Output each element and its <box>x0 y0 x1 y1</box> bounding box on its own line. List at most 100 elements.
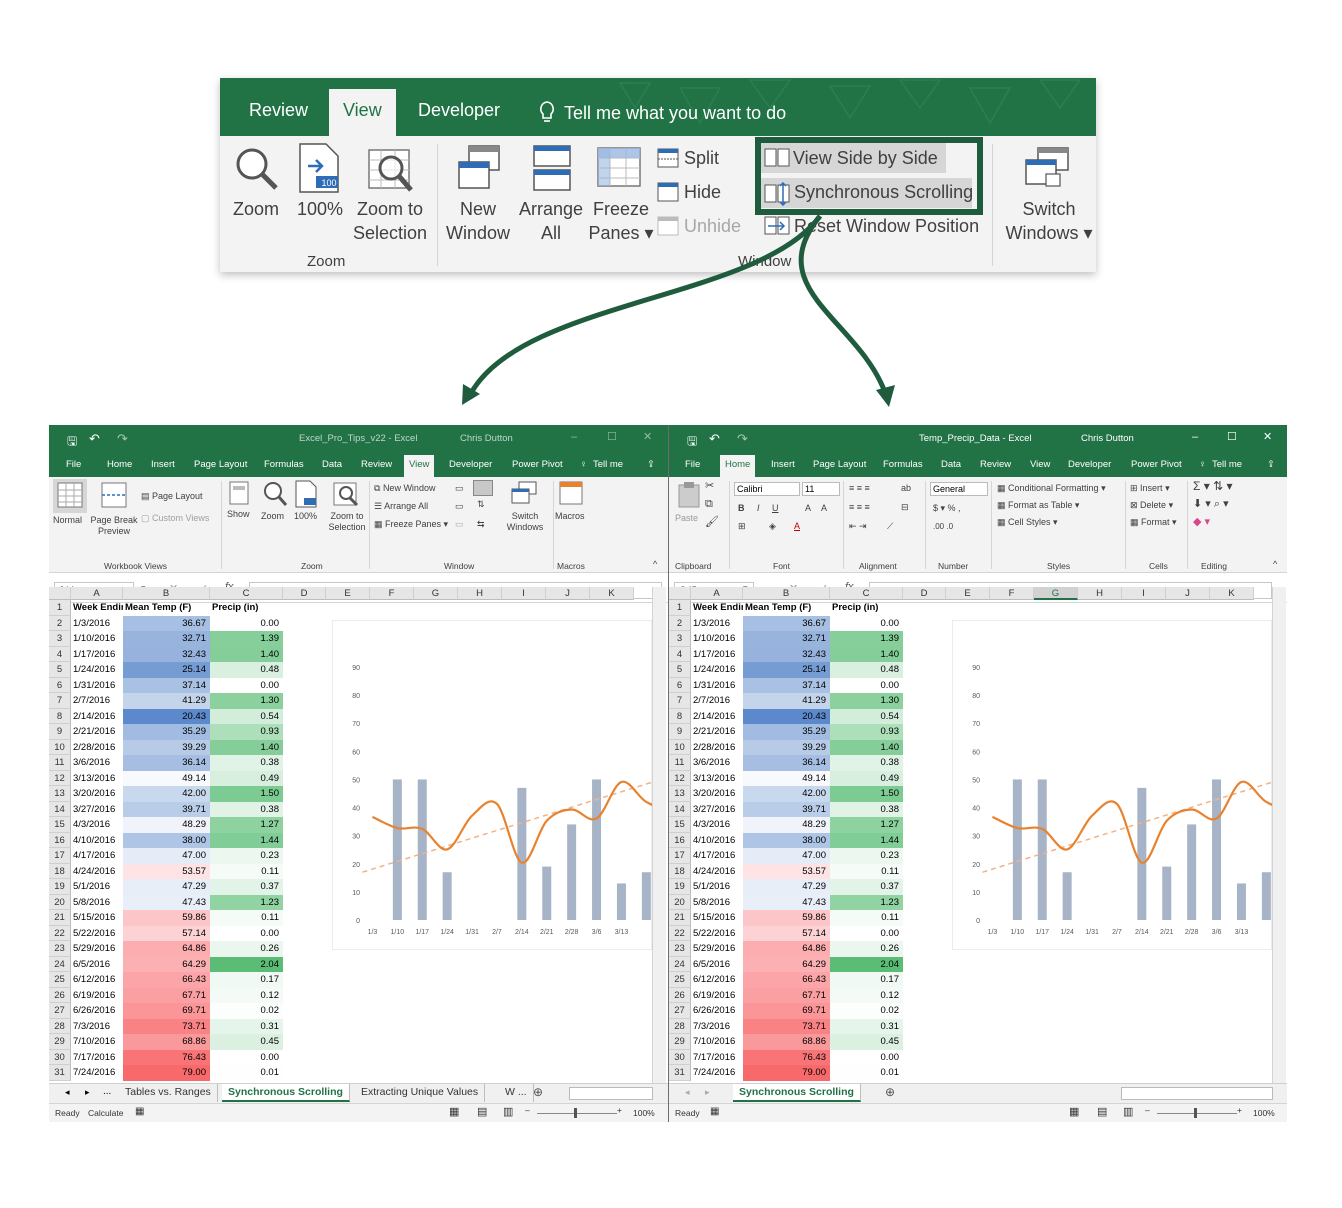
table-cell[interactable]: 36.14 <box>743 755 830 771</box>
row-header[interactable]: 19 <box>669 879 691 895</box>
right-format-as-table-button[interactable]: ▦ Format as Table ▾ <box>997 500 1079 511</box>
table-cell[interactable]: 0.93 <box>210 724 283 740</box>
table-cell[interactable]: 1.50 <box>210 786 283 802</box>
table-cell[interactable]: 47.00 <box>743 848 830 864</box>
table-cell[interactable]: 57.14 <box>123 925 210 941</box>
undo-icon[interactable]: ↶ <box>89 431 100 447</box>
table-cell[interactable]: 0.38 <box>830 801 903 817</box>
column-header-h[interactable]: H <box>458 587 502 600</box>
left-tell-me[interactable]: Tell me <box>593 459 623 470</box>
right-tab-page-layout[interactable]: Page Layout <box>813 459 866 470</box>
row-header[interactable]: 13 <box>669 786 691 802</box>
zoom-slider-thumb[interactable] <box>1194 1108 1197 1118</box>
save-icon[interactable]: 🖫 <box>67 432 77 453</box>
side-by-side-icon[interactable] <box>473 480 493 496</box>
indent-icon[interactable]: ⇤ ⇥ <box>849 521 867 532</box>
table-cell[interactable]: 6/19/2016 <box>71 987 123 1003</box>
table-cell[interactable]: 4/24/2016 <box>691 863 743 879</box>
next-sheet-icon[interactable]: ▸ <box>85 1087 90 1098</box>
table-cell[interactable]: 4/24/2016 <box>71 863 123 879</box>
table-cell[interactable]: 41.29 <box>743 693 830 709</box>
row-header[interactable]: 3 <box>669 631 691 647</box>
row-header[interactable]: 4 <box>669 646 691 662</box>
left-sheet-extracting-unique-values[interactable]: Extracting Unique Values <box>355 1084 486 1102</box>
unhide-icon[interactable]: ▭ <box>455 519 464 530</box>
table-cell[interactable]: 0.01 <box>830 1065 903 1081</box>
left-arrange-all-button[interactable]: ☰ Arrange All <box>374 501 428 512</box>
table-cell[interactable]: 20.43 <box>123 708 210 724</box>
table-cell[interactable]: 1.39 <box>830 631 903 647</box>
row-header[interactable]: 6 <box>49 677 71 693</box>
table-cell[interactable]: 0.00 <box>210 1049 283 1065</box>
zoom-out-icon[interactable]: – <box>1145 1105 1150 1115</box>
page-layout-icon[interactable]: ▤ <box>1097 1105 1107 1118</box>
table-cell[interactable]: 49.14 <box>743 770 830 786</box>
table-cell[interactable]: 0.45 <box>830 1034 903 1050</box>
table-cell[interactable]: 0.49 <box>210 770 283 786</box>
left-tab-data[interactable]: Data <box>322 459 342 470</box>
column-header-d[interactable]: D <box>903 587 946 600</box>
row-header[interactable]: 16 <box>49 832 71 848</box>
left-tab-home[interactable]: Home <box>107 459 132 470</box>
zoom-out-icon[interactable]: – <box>525 1105 530 1115</box>
table-cell[interactable]: 7/24/2016 <box>691 1065 743 1081</box>
table-cell[interactable]: 1/24/2016 <box>71 662 123 678</box>
column-header-a[interactable]: A <box>691 587 743 600</box>
table-cell[interactable]: 4/17/2016 <box>71 848 123 864</box>
table-cell[interactable]: 1.40 <box>830 646 903 662</box>
add-sheet-icon[interactable]: ⊕ <box>885 1085 895 1099</box>
row-header[interactable]: 7 <box>669 693 691 709</box>
left-tab-insert[interactable]: Insert <box>151 459 175 470</box>
left-vertical-scrollbar[interactable] <box>652 587 666 1083</box>
column-header-k[interactable]: K <box>590 587 634 600</box>
table-cell[interactable]: 0.11 <box>210 863 283 879</box>
left-switch-windows-button[interactable]: Switch Windows <box>499 511 551 533</box>
table-cell[interactable]: 7/10/2016 <box>691 1034 743 1050</box>
left-freeze-panes-button[interactable]: ▦ Freeze Panes ▾ <box>374 519 448 530</box>
table-cell[interactable]: 0.38 <box>830 755 903 771</box>
right-horizontal-scrollbar[interactable] <box>1121 1087 1273 1100</box>
table-cell[interactable]: 5/1/2016 <box>71 879 123 895</box>
table-cell[interactable]: 7/10/2016 <box>71 1034 123 1050</box>
row-header[interactable]: 15 <box>669 817 691 833</box>
table-cell[interactable]: 38.00 <box>123 832 210 848</box>
zoom-slider[interactable] <box>537 1113 617 1114</box>
table-cell[interactable]: 0.00 <box>210 615 283 631</box>
table-cell[interactable]: 1.23 <box>210 894 283 910</box>
wrap-text-icon[interactable]: ab <box>901 483 911 494</box>
table-cell[interactable]: 1.27 <box>210 817 283 833</box>
left-new-window-button[interactable]: ⧉ New Window <box>374 483 435 494</box>
row-header[interactable]: 28 <box>49 1018 71 1034</box>
row-header[interactable]: 8 <box>669 708 691 724</box>
table-cell[interactable]: 6/26/2016 <box>71 1003 123 1019</box>
maximize-icon[interactable]: ☐ <box>1227 430 1237 443</box>
right-delete-button[interactable]: ⊠ Delete ▾ <box>1130 500 1173 511</box>
table-cell[interactable]: 7/17/2016 <box>691 1049 743 1065</box>
table-cell[interactable]: 0.17 <box>210 972 283 988</box>
table-cell[interactable]: 7/17/2016 <box>71 1049 123 1065</box>
format-painter-icon[interactable]: 🖌 <box>705 517 719 528</box>
table-cell[interactable]: 47.43 <box>743 894 830 910</box>
row-header[interactable]: 17 <box>669 848 691 864</box>
table-cell[interactable]: 0.31 <box>210 1018 283 1034</box>
row-header[interactable]: 31 <box>669 1065 691 1081</box>
table-cell[interactable]: 59.86 <box>123 910 210 926</box>
table-cell[interactable]: 0.23 <box>210 848 283 864</box>
row-header[interactable]: 11 <box>669 755 691 771</box>
table-cell[interactable]: 47.29 <box>743 879 830 895</box>
table-cell[interactable]: 0.00 <box>830 1049 903 1065</box>
table-cell[interactable]: 39.29 <box>123 739 210 755</box>
row-header[interactable]: 2 <box>49 615 71 631</box>
table-cell[interactable]: 3/27/2016 <box>71 801 123 817</box>
table-cell[interactable]: 67.71 <box>743 987 830 1003</box>
header-cell[interactable]: Mean Temp (F) <box>743 600 830 616</box>
table-cell[interactable]: 0.17 <box>830 972 903 988</box>
right-number-format-select[interactable]: General <box>930 482 988 496</box>
left-tab-review[interactable]: Review <box>361 459 392 470</box>
table-cell[interactable]: 67.71 <box>123 987 210 1003</box>
table-cell[interactable]: 42.00 <box>743 786 830 802</box>
table-cell[interactable]: 0.37 <box>210 879 283 895</box>
table-cell[interactable]: 73.71 <box>743 1018 830 1034</box>
hide-icon[interactable]: ▭ <box>455 501 464 512</box>
row-header[interactable]: 21 <box>669 910 691 926</box>
